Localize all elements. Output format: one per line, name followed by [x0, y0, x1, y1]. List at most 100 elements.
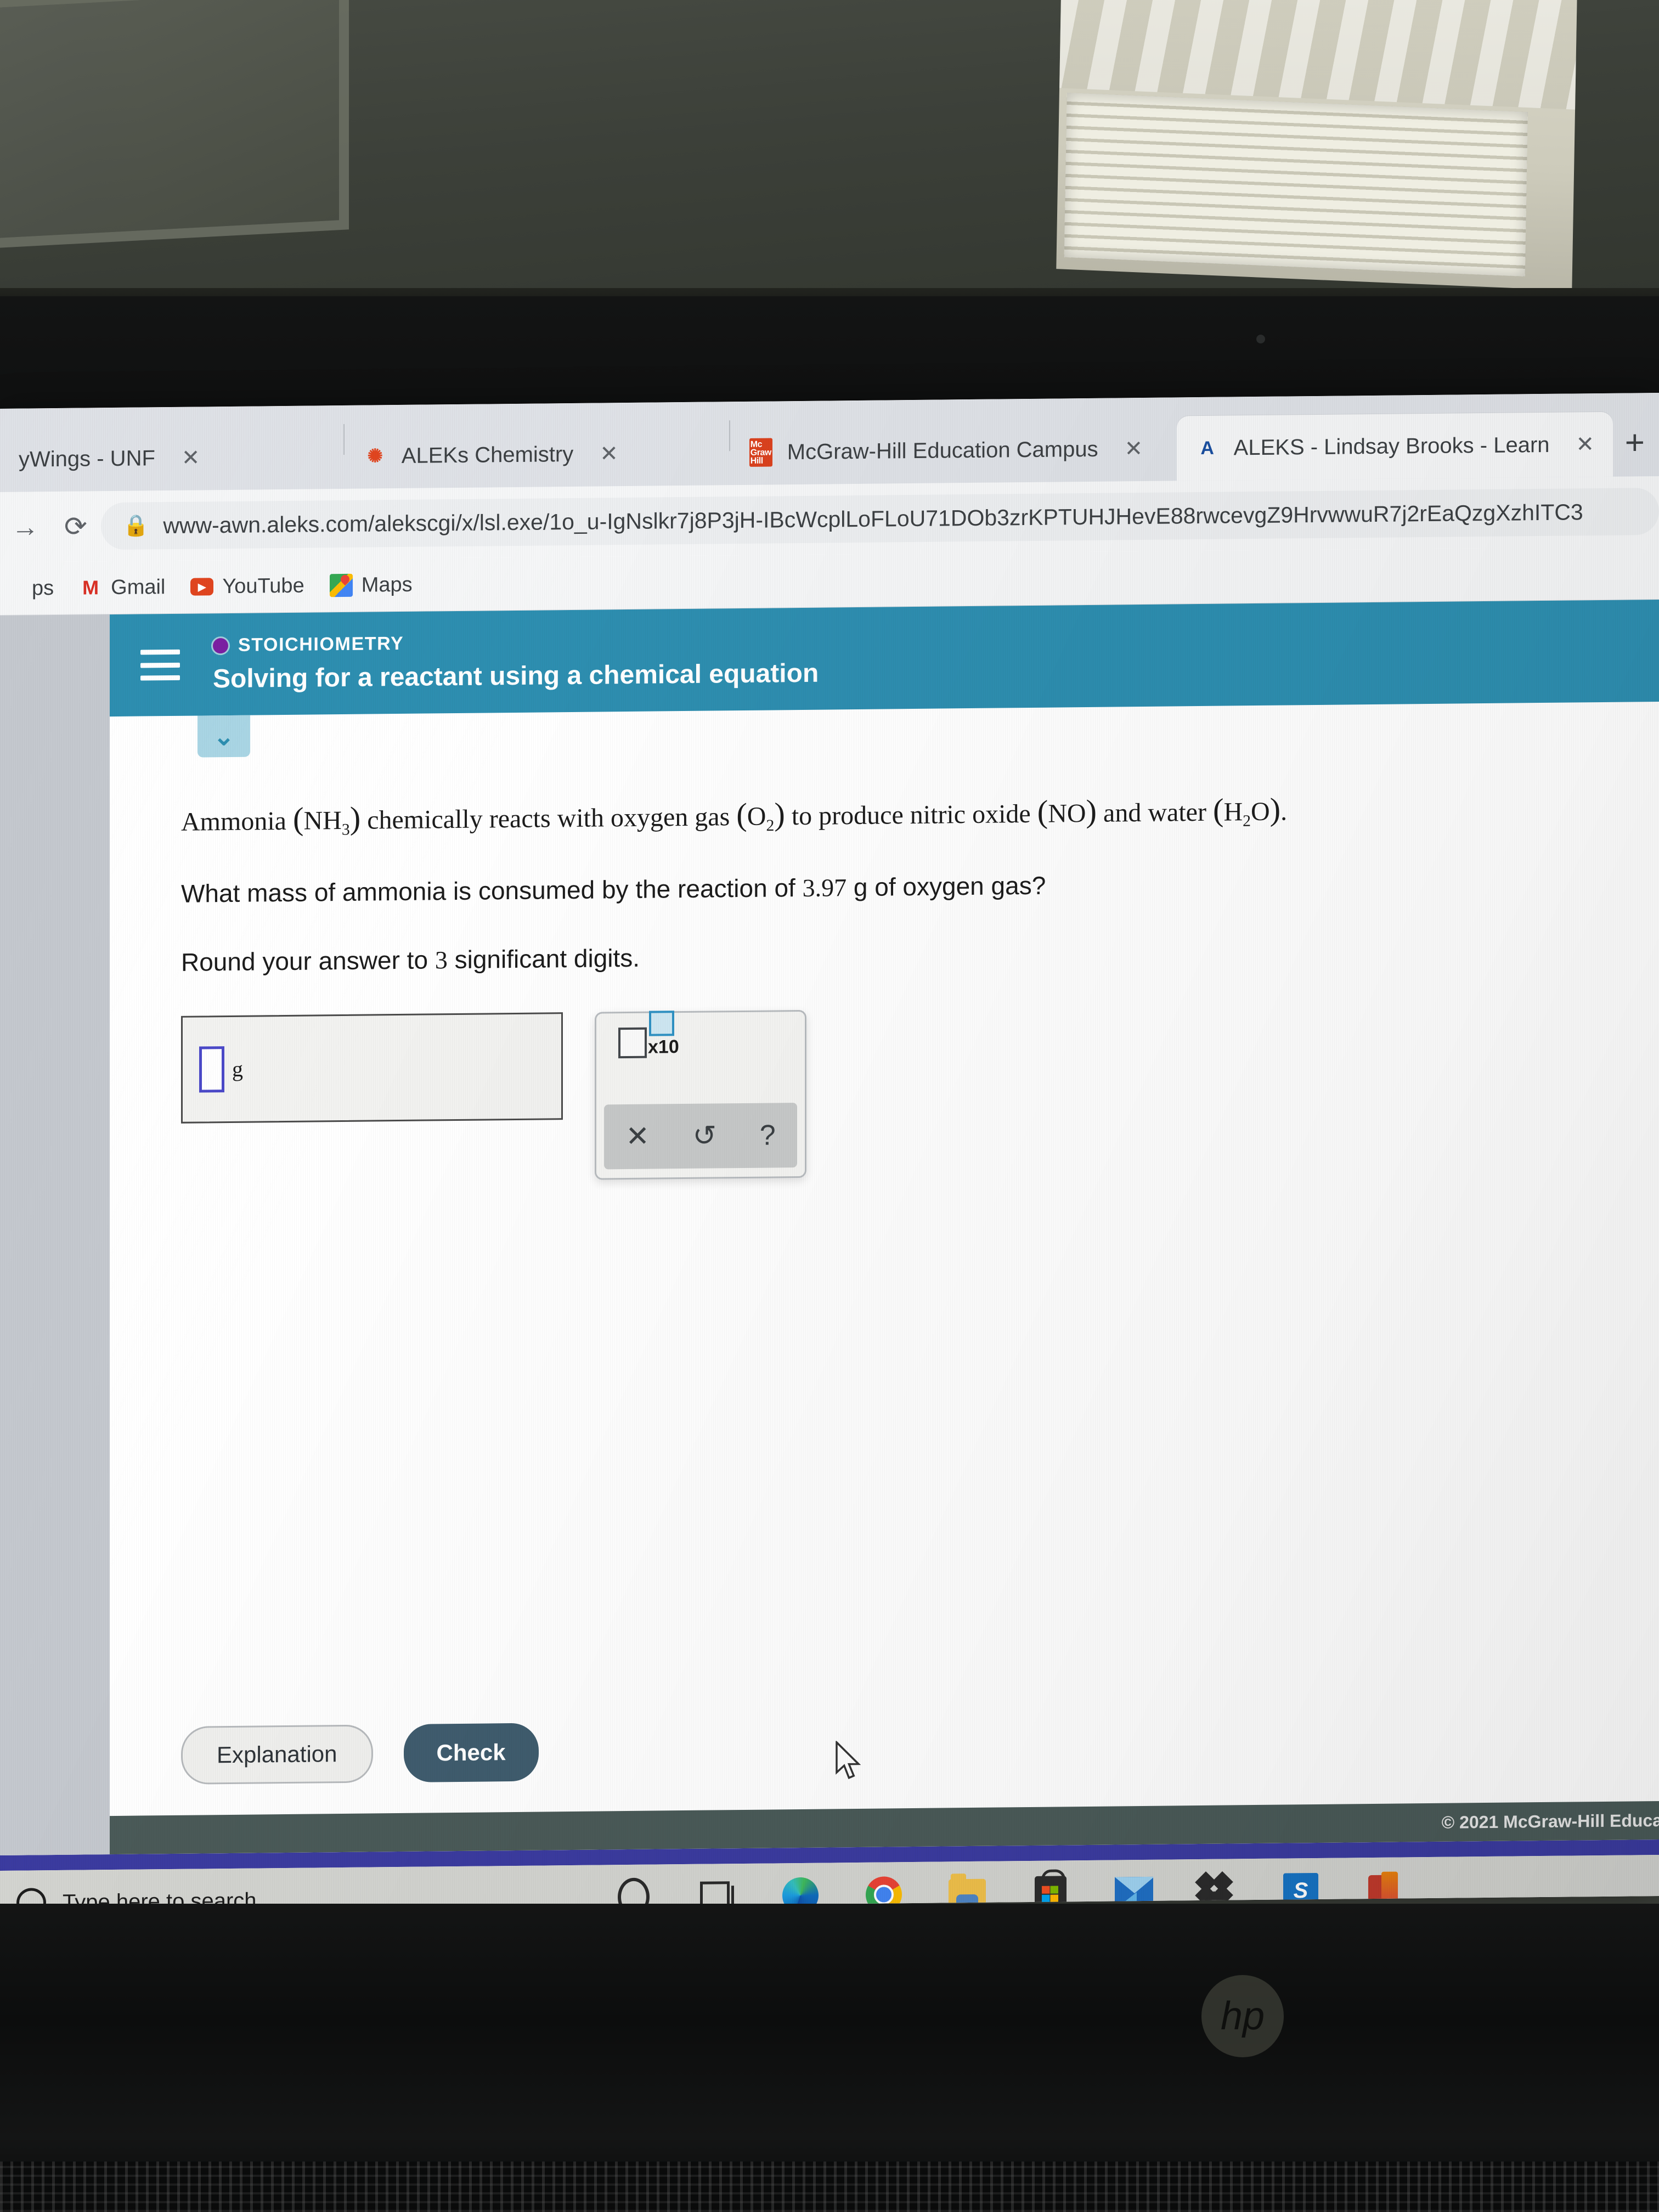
hamburger-menu-icon[interactable]: [140, 649, 180, 681]
text-cursor-slot[interactable]: [199, 1046, 224, 1093]
forward-icon[interactable]: →: [0, 511, 50, 543]
question-body: Ammonia (NH3) chemically reacts with oxy…: [110, 702, 1659, 1779]
sci-x10-label: x10: [648, 1036, 679, 1058]
browser-tab-label: yWings - UNF: [19, 445, 155, 472]
q1-f2-base: O: [747, 802, 766, 831]
aleks-app-frame: STOICHIOMETRY Solving for a reactant usi…: [110, 599, 1659, 1855]
mcgraw-hill-icon: Mc Graw Hill: [749, 438, 773, 467]
aleks-chemistry-icon: ✺: [367, 445, 383, 467]
browser-tab-label: ALEKs Chemistry: [401, 442, 574, 468]
laptop-keyboard-deck: [0, 2162, 1659, 2212]
bookmark-gmail[interactable]: M Gmail: [79, 575, 165, 600]
undo-icon[interactable]: ↺: [693, 1119, 717, 1152]
q1-mid-3: and water: [1103, 797, 1206, 828]
scientific-notation-button[interactable]: x10: [618, 1011, 679, 1059]
sci-exponent-placeholder: [649, 1011, 674, 1036]
lesson-title: Solving for a reactant using a chemical …: [213, 658, 819, 694]
youtube-icon: ▶: [190, 575, 214, 598]
q1-mid-1: chemically reacts with oxygen gas: [367, 802, 730, 835]
q1-f1-sub: 3: [341, 820, 350, 839]
browser-tab-aleks-learn[interactable]: A ALEKS - Lindsay Brooks - Learn ✕: [1176, 411, 1613, 481]
q1-prefix: Ammonia: [181, 806, 286, 837]
q1-formula-ammonia: NH3: [303, 806, 350, 839]
q1-paren-close-4: ): [1269, 791, 1281, 827]
page-left-gutter: [0, 614, 110, 1855]
bookmark-label: Gmail: [111, 575, 166, 599]
wall-picture-frame: [0, 0, 349, 249]
close-icon[interactable]: ✕: [182, 445, 200, 471]
q1-f2-sub: 2: [766, 816, 775, 835]
aleks-icon: A: [1200, 437, 1214, 459]
url-text: www-awn.aleks.com/alekscgi/x/lsl.exe/1o_…: [163, 499, 1583, 538]
close-icon[interactable]: ✕: [600, 441, 618, 466]
header-texts: STOICHIOMETRY Solving for a reactant usi…: [213, 629, 819, 695]
sci-base-placeholder: [618, 1027, 647, 1059]
q1-formula-oxygen: O2: [747, 802, 775, 835]
bookmark-apps[interactable]: ps: [0, 577, 54, 601]
bookmark-youtube[interactable]: ▶ YouTube: [190, 574, 304, 599]
answer-unit-label: g: [232, 1057, 243, 1082]
q1-paren-open-2: (: [736, 796, 747, 833]
answer-input[interactable]: g: [181, 1012, 563, 1124]
q1-paren-open-1: (: [292, 800, 304, 837]
close-icon[interactable]: ✕: [1576, 432, 1595, 457]
close-icon[interactable]: ✕: [1125, 436, 1143, 461]
q3-suffix: significant digits.: [454, 943, 640, 974]
address-bar[interactable]: 🔒 www-awn.aleks.com/alekscgi/x/lsl.exe/1…: [101, 487, 1659, 550]
aleks-page: STOICHIOMETRY Solving for a reactant usi…: [0, 599, 1659, 1856]
q3-prefix: Round your answer to: [181, 945, 428, 977]
q2-prefix: What mass of ammonia is consumed by the …: [181, 873, 795, 908]
q1-f4-o: O: [1251, 797, 1270, 827]
footer-actions: Explanation Check: [110, 1712, 1659, 1816]
q1-paren-close-3: ): [1086, 793, 1097, 829]
q1-formula-water: H2O: [1223, 797, 1270, 830]
apps-icon: [0, 577, 23, 600]
browser-tab-aleks-chemistry[interactable]: ✺ ALEKs Chemistry ✕: [345, 420, 729, 489]
gmail-icon: M: [82, 576, 99, 599]
window-valance: [1059, 0, 1577, 110]
browser-tab-mywings[interactable]: yWings - UNF ✕: [0, 424, 343, 492]
laptop-screen: yWings - UNF ✕ ✺ ALEKs Chemistry ✕ Mc Gra…: [0, 392, 1659, 1912]
q1-paren-close-2: ): [774, 796, 785, 832]
browser-tab-strip: yWings - UNF ✕ ✺ ALEKs Chemistry ✕ Mc Gra…: [0, 392, 1659, 492]
hp-logo: hp: [1201, 1975, 1284, 2057]
question-line-1: Ammonia (NH3) chemically reacts with oxy…: [181, 784, 1659, 843]
reload-icon[interactable]: ⟳: [50, 510, 101, 543]
maps-icon: [329, 573, 353, 597]
question-line-2: What mass of ammonia is consumed by the …: [181, 862, 1659, 911]
explanation-button[interactable]: Explanation: [181, 1724, 373, 1785]
window-with-blinds: [1056, 0, 1577, 291]
topic-status-dot: [213, 637, 228, 653]
topic-row: STOICHIOMETRY: [213, 629, 819, 657]
question-line-3: Round your answer to 3 significant digit…: [181, 931, 1659, 980]
q1-end: .: [1280, 797, 1288, 826]
copyright-text: © 2021 McGraw-Hill Educa: [1441, 1810, 1659, 1832]
q2-value: 3.97: [802, 873, 847, 902]
q1-formula-nitric-oxide: NO: [1048, 798, 1086, 828]
browser-tab-mcgraw-hill[interactable]: Mc Graw Hill McGraw-Hill Education Campus …: [730, 416, 1177, 485]
bookmark-label: YouTube: [222, 574, 304, 598]
topic-label: STOICHIOMETRY: [238, 633, 404, 656]
q1-f1-base: NH: [303, 806, 342, 836]
browser-tab-label: McGraw-Hill Education Campus: [787, 437, 1098, 464]
bookmark-maps[interactable]: Maps: [329, 573, 413, 597]
bookmark-label: Maps: [361, 573, 413, 597]
q1-f4-h: H: [1223, 797, 1243, 827]
help-icon[interactable]: ?: [760, 1119, 776, 1152]
aleks-header: STOICHIOMETRY Solving for a reactant usi…: [110, 599, 1659, 717]
webcam-icon: [1256, 335, 1265, 343]
q1-paren-open-4: (: [1212, 792, 1224, 828]
q1-paren-close-1: ): [349, 800, 361, 836]
q1-paren-open-3: (: [1037, 793, 1048, 830]
check-button[interactable]: Check: [403, 1723, 539, 1782]
clear-icon[interactable]: ✕: [625, 1120, 650, 1153]
q2-suffix: g of oxygen gas?: [853, 871, 1046, 901]
answer-row: g x10 ✕ ↺ ?: [181, 1002, 1659, 1184]
q1-f4-sub: 2: [1243, 811, 1251, 830]
lock-icon: 🔒: [123, 514, 149, 538]
room-wall: [0, 0, 1659, 296]
math-palette: x10 ✕ ↺ ?: [595, 1009, 806, 1180]
new-tab-button[interactable]: +: [1613, 423, 1659, 477]
palette-actions-row: ✕ ↺ ?: [604, 1103, 797, 1170]
q1-mid-2: to produce nitric oxide: [791, 799, 1031, 831]
